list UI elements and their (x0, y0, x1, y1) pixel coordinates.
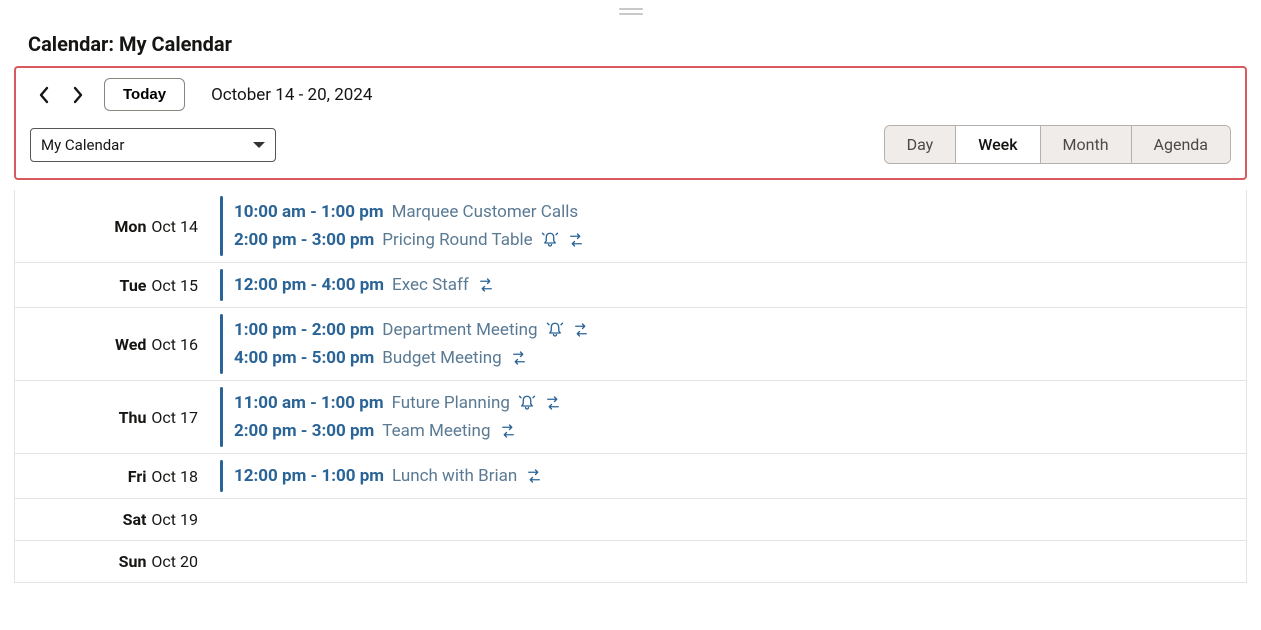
reminder-bell-icon (541, 231, 559, 249)
prev-week-button[interactable] (30, 81, 58, 109)
calendar-event[interactable]: 10:00 am - 1:00 pm Marquee Customer Calls (234, 198, 1246, 226)
calendar-select-label: My Calendar (41, 136, 124, 154)
day-of-week: Sun (119, 552, 147, 571)
day-row: Wed Oct 16 1:00 pm - 2:00 pm Department Mee… (15, 307, 1246, 380)
calendar-event[interactable]: 2:00 pm - 3:00 pm Team Meeting (234, 417, 1246, 445)
day-events (210, 499, 1246, 540)
day-row: SunOct 20 (15, 540, 1246, 582)
day-of-week: Thu (119, 408, 147, 427)
reminder-bell-icon (546, 321, 564, 339)
day-date: Oct 17 (151, 408, 198, 427)
calendar-select[interactable]: My Calendar (30, 128, 276, 162)
event-time: 2:00 pm - 3:00 pm (234, 230, 374, 250)
recurring-icon (510, 349, 528, 367)
event-title: Marquee Customer Calls (392, 202, 579, 222)
recurring-icon (499, 422, 517, 440)
day-date: Oct 20 (151, 552, 198, 571)
event-time: 10:00 am - 1:00 pm (234, 202, 384, 222)
day-of-week: Mon (114, 217, 146, 236)
recurring-icon (572, 321, 590, 339)
calendar-event[interactable]: 12:00 pm - 1:00 pm Lunch with Brian (234, 462, 1246, 490)
day-date: Oct 18 (151, 467, 198, 486)
event-time: 2:00 pm - 3:00 pm (234, 421, 374, 441)
day-date: Oct 15 (151, 276, 198, 295)
view-tab-week[interactable]: Week (956, 126, 1040, 163)
chevron-down-icon (253, 142, 265, 148)
view-tab-day[interactable]: Day (885, 126, 957, 163)
day-of-week: Wed (115, 335, 146, 354)
day-events: 12:00 pm - 1:00 pm Lunch with Brian (210, 454, 1246, 498)
week-list: Mon Oct 14 10:00 am - 1:00 pm Marquee Custo… (14, 190, 1247, 583)
recurring-icon (567, 231, 585, 249)
recurring-icon (525, 467, 543, 485)
event-time: 1:00 pm - 2:00 pm (234, 320, 374, 340)
recurring-icon (544, 394, 562, 412)
event-time: 4:00 pm - 5:00 pm (234, 348, 374, 368)
day-events: 1:00 pm - 2:00 pm Department Meeting 4:00 … (210, 308, 1246, 380)
page-title: Calendar: My Calendar (0, 20, 1261, 66)
day-date: Oct 19 (151, 510, 198, 529)
day-of-week: Tue (119, 276, 146, 295)
view-tab-agenda[interactable]: Agenda (1132, 126, 1230, 163)
day-label[interactable]: Tue Oct 15 (15, 263, 210, 307)
day-date: Oct 16 (151, 335, 198, 354)
event-title: Department Meeting (382, 320, 537, 340)
day-row: Mon Oct 14 10:00 am - 1:00 pm Marquee Custo… (15, 190, 1246, 262)
toolbar-nav-row: Today October 14 - 20, 2024 (30, 78, 1231, 111)
event-title: Team Meeting (382, 421, 490, 441)
day-row: FriOct 18 12:00 pm - 1:00 pm Lunch with Br… (15, 453, 1246, 498)
event-time: 12:00 pm - 4:00 pm (234, 275, 384, 295)
today-button[interactable]: Today (104, 78, 185, 111)
toolbar-filter-row: My Calendar Day Week Month Agenda (30, 125, 1231, 164)
day-events: 10:00 am - 1:00 pm Marquee Customer Calls… (210, 190, 1246, 262)
calendar-event[interactable]: 4:00 pm - 5:00 pm Budget Meeting (234, 344, 1246, 372)
event-title: Lunch with Brian (392, 466, 517, 486)
next-week-button[interactable] (64, 81, 92, 109)
day-row: Tue Oct 15 12:00 pm - 4:00 pm Exec Staff (15, 262, 1246, 307)
calendar-event[interactable]: 2:00 pm - 3:00 pm Pricing Round Table (234, 226, 1246, 254)
day-label[interactable]: SunOct 20 (15, 541, 210, 582)
day-of-week: Fri (128, 467, 147, 486)
calendar-toolbar: Today October 14 - 20, 2024 My Calendar … (14, 66, 1247, 180)
calendar-event[interactable]: 12:00 pm - 4:00 pm Exec Staff (234, 271, 1246, 299)
day-date: Oct 14 (151, 217, 198, 236)
event-title: Exec Staff (392, 275, 469, 295)
day-row: ThuOct 17 11:00 am - 1:00 pm Future Planni… (15, 380, 1246, 453)
event-title: Pricing Round Table (382, 230, 532, 250)
day-label[interactable]: Mon Oct 14 (15, 190, 210, 262)
view-tab-month[interactable]: Month (1041, 126, 1132, 163)
calendar-event[interactable]: 1:00 pm - 2:00 pm Department Meeting (234, 316, 1246, 344)
day-events: 12:00 pm - 4:00 pm Exec Staff (210, 263, 1246, 307)
recurring-icon (477, 276, 495, 294)
day-of-week: Sat (123, 510, 147, 529)
day-events (210, 541, 1246, 582)
event-title: Future Planning (392, 393, 510, 413)
calendar-event[interactable]: 11:00 am - 1:00 pm Future Planning (234, 389, 1246, 417)
day-label[interactable]: SatOct 19 (15, 499, 210, 540)
day-row: SatOct 19 (15, 498, 1246, 540)
day-label[interactable]: Wed Oct 16 (15, 308, 210, 380)
day-label[interactable]: FriOct 18 (15, 454, 210, 498)
reminder-bell-icon (518, 394, 536, 412)
view-tabs: Day Week Month Agenda (884, 125, 1231, 164)
drag-handle[interactable] (619, 6, 643, 16)
event-title: Budget Meeting (382, 348, 501, 368)
event-time: 11:00 am - 1:00 pm (234, 393, 384, 413)
day-events: 11:00 am - 1:00 pm Future Planning 2:00 pm… (210, 381, 1246, 453)
date-range-label: October 14 - 20, 2024 (211, 85, 372, 105)
day-label[interactable]: ThuOct 17 (15, 381, 210, 453)
event-time: 12:00 pm - 1:00 pm (234, 466, 384, 486)
